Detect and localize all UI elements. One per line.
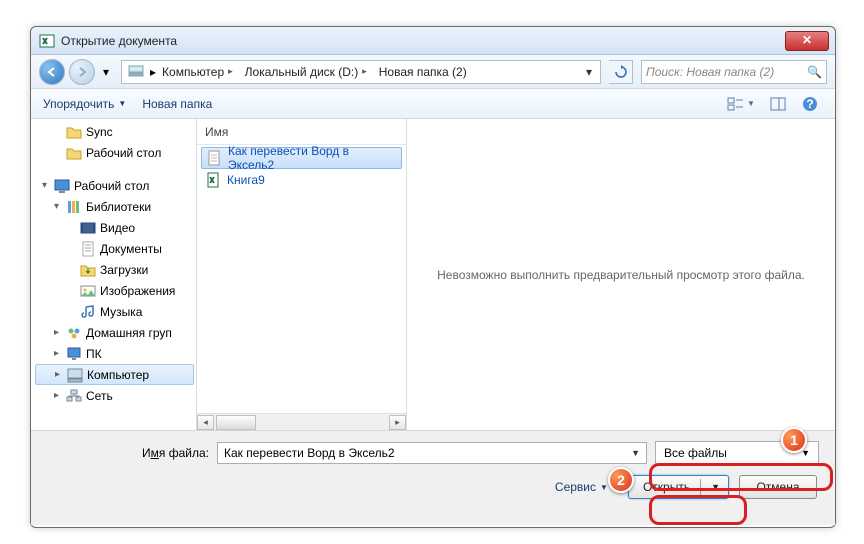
new-folder-button[interactable]: Новая папка <box>142 97 212 111</box>
nav-history-dropdown[interactable]: ▾ <box>99 61 113 83</box>
tree-node-label: Загрузки <box>100 263 148 277</box>
tree-node-label: Музыка <box>100 305 142 319</box>
drive-icon <box>128 63 146 81</box>
column-header-name[interactable]: Имя <box>197 119 406 145</box>
pc-icon <box>66 346 82 362</box>
tree-node-label: ПК <box>86 347 102 361</box>
filename-input[interactable]: Как перевести Ворд в Эксель2▼ <box>217 442 647 464</box>
bottom-panel: Имя файла: Как перевести Ворд в Эксель2▼… <box>31 431 835 525</box>
refresh-button[interactable] <box>609 60 633 84</box>
toolbar: Упорядочить▼ Новая папка ▼ ? <box>31 89 835 119</box>
forward-button[interactable] <box>69 59 95 85</box>
breadcrumb-segment[interactable]: Компьютер▸ <box>156 65 239 79</box>
tree-node-label: Сеть <box>86 389 113 403</box>
tree-node-label: Документы <box>100 242 162 256</box>
view-mode-button[interactable]: ▼ <box>723 93 759 115</box>
content-area: SyncРабочий стол▾Рабочий стол▾Библиотеки… <box>31 119 835 431</box>
computer-icon <box>67 367 83 383</box>
tree-node[interactable]: Музыка <box>35 301 196 322</box>
breadcrumb-dropdown[interactable]: ▾ <box>580 61 598 83</box>
tree-node-label: Библиотеки <box>86 200 151 214</box>
open-dropdown[interactable]: ▼ <box>707 482 724 492</box>
tree-node-label: Sync <box>86 125 113 139</box>
video-icon <box>80 220 96 236</box>
close-button[interactable]: ✕ <box>785 31 829 51</box>
tree-node[interactable]: Рабочий стол <box>35 142 196 163</box>
tree-node[interactable]: ▸Домашняя груп <box>35 322 196 343</box>
nav-bar: ▾ ▸ Компьютер▸ Локальный диск (D:)▸ Нова… <box>31 55 835 89</box>
tree-node[interactable]: ▸Сеть <box>35 385 196 406</box>
help-button[interactable]: ? <box>797 93 823 115</box>
tree-node[interactable]: ▸Компьютер <box>35 364 194 385</box>
filename-label: Имя файла: <box>47 446 217 460</box>
tree-node-label: Изображения <box>100 284 175 298</box>
homegroup-icon <box>66 325 82 341</box>
folder-icon <box>66 145 82 161</box>
tree-node[interactable]: ▸ПК <box>35 343 196 364</box>
back-button[interactable] <box>39 59 65 85</box>
tree-node-label: Рабочий стол <box>86 146 161 160</box>
tree-node[interactable]: Изображения <box>35 280 196 301</box>
breadcrumb-bar[interactable]: ▸ Компьютер▸ Локальный диск (D:)▸ Новая … <box>121 60 601 84</box>
file-item[interactable]: Книга9 <box>201 169 402 191</box>
tree-node[interactable]: ▾Рабочий стол <box>35 175 196 196</box>
search-placeholder: Поиск: Новая папка (2) <box>646 65 774 79</box>
search-input[interactable]: Поиск: Новая папка (2) 🔍 <box>641 60 827 84</box>
xls-icon <box>205 172 221 188</box>
svg-text:?: ? <box>806 97 813 111</box>
breadcrumb-segment[interactable]: Локальный диск (D:)▸ <box>239 65 373 79</box>
cancel-button[interactable]: Отмена <box>739 475 817 499</box>
tree-node[interactable]: Sync <box>35 121 196 142</box>
horizontal-scrollbar[interactable]: ◂▸ <box>197 413 406 430</box>
excel-icon <box>39 33 55 49</box>
annotation-badge-2: 2 <box>608 467 634 493</box>
organize-button[interactable]: Упорядочить▼ <box>43 97 126 111</box>
file-list-pane: Имя Как перевести Ворд в Эксель2Книга9 ◂… <box>197 119 407 430</box>
preview-message: Невозможно выполнить предварительный про… <box>437 268 805 282</box>
preview-pane-button[interactable] <box>765 93 791 115</box>
breadcrumb-segment[interactable]: Новая папка (2) <box>373 65 473 79</box>
tree-node[interactable]: Документы <box>35 238 196 259</box>
file-item-label: Как перевести Ворд в Эксель2 <box>228 144 397 172</box>
tree-node[interactable]: ▾Библиотеки <box>35 196 196 217</box>
service-button[interactable]: Сервис▼ <box>555 480 608 494</box>
search-icon: 🔍 <box>807 65 822 79</box>
file-item-label: Книга9 <box>227 173 265 187</box>
titlebar: Открытие документа ✕ <box>31 27 835 55</box>
open-button[interactable]: Открыть▼ <box>628 475 729 499</box>
window-title: Открытие документа <box>61 34 785 48</box>
tree-node-label: Рабочий стол <box>74 179 149 193</box>
preview-pane: Невозможно выполнить предварительный про… <box>407 119 835 430</box>
desktop-icon <box>54 178 70 194</box>
open-file-dialog: Открытие документа ✕ ▾ ▸ Компьютер▸ Лока… <box>30 26 836 528</box>
file-item[interactable]: Как перевести Ворд в Эксель2 <box>201 147 402 169</box>
tree-node-label: Видео <box>100 221 135 235</box>
image-icon <box>80 283 96 299</box>
folder-icon <box>66 124 82 140</box>
download-icon <box>80 262 96 278</box>
network-icon <box>66 388 82 404</box>
tree-node-label: Компьютер <box>87 368 149 382</box>
libraries-icon <box>66 199 82 215</box>
tree-node[interactable]: Загрузки <box>35 259 196 280</box>
folder-tree[interactable]: SyncРабочий стол▾Рабочий стол▾Библиотеки… <box>31 119 197 430</box>
music-icon <box>80 304 96 320</box>
doc-icon <box>80 241 96 257</box>
tree-node[interactable]: Видео <box>35 217 196 238</box>
annotation-badge-1: 1 <box>781 427 807 453</box>
txt-icon <box>206 150 222 166</box>
tree-node-label: Домашняя груп <box>86 326 172 340</box>
